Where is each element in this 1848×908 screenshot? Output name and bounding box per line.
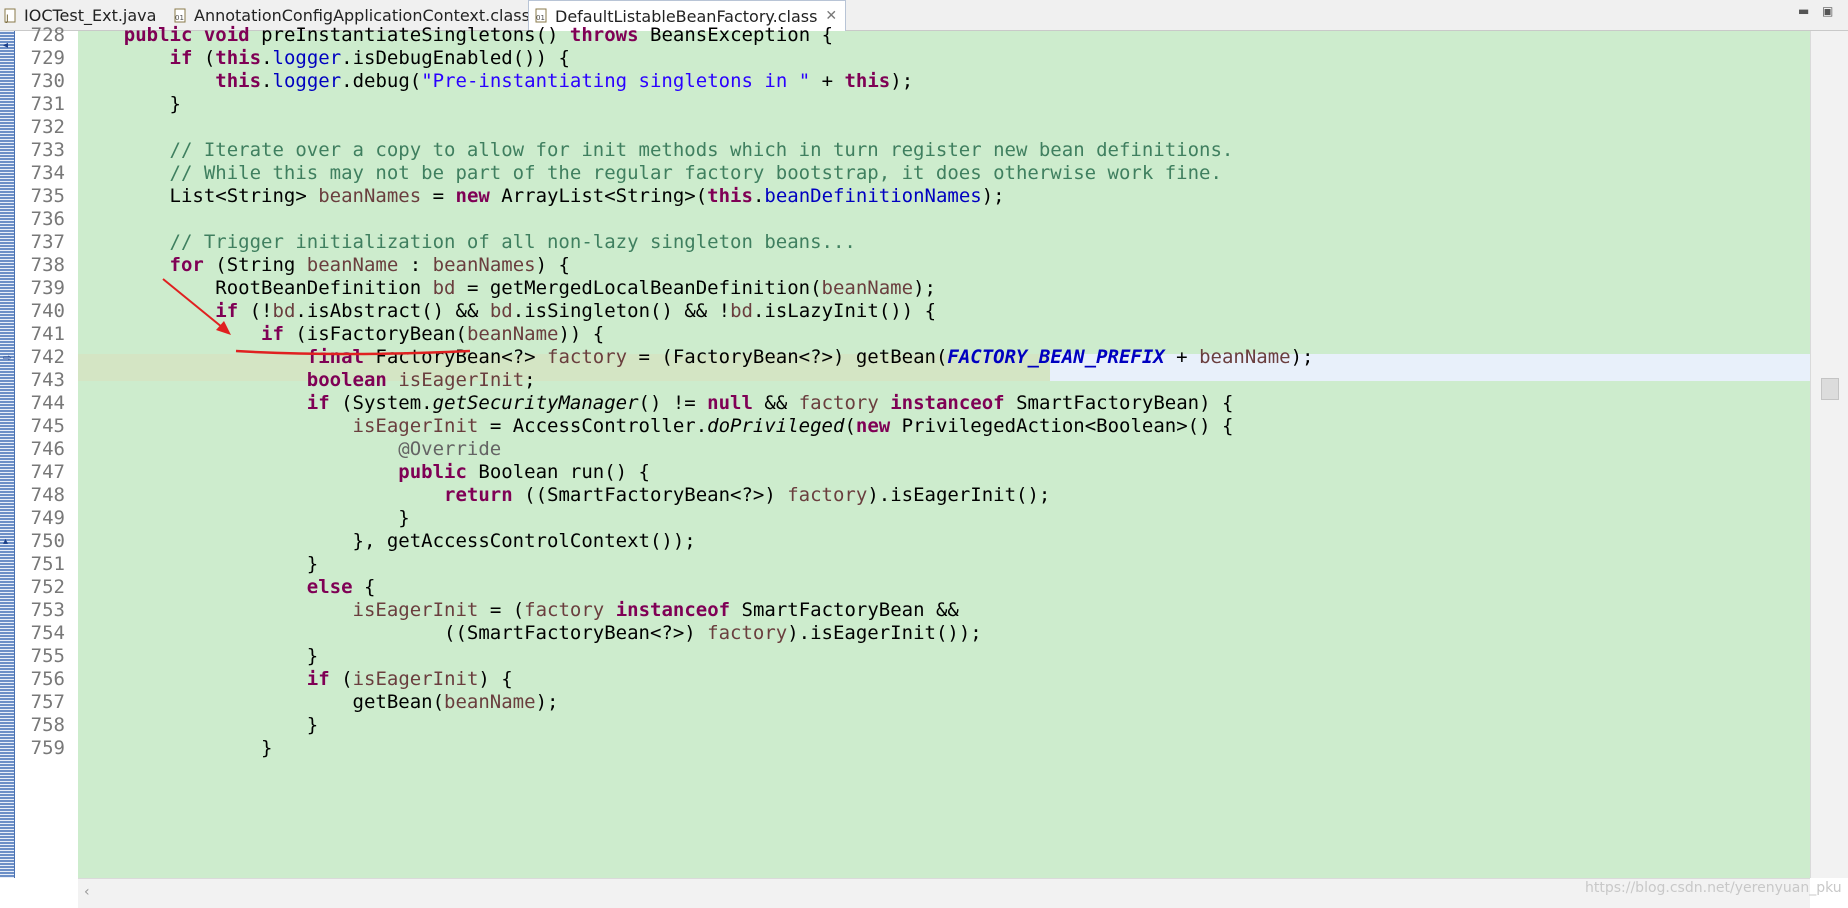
code-token: if: [306, 392, 330, 414]
svg-text:01: 01: [175, 14, 184, 22]
code-token: PrivilegedAction<Boolean>() {: [890, 415, 1234, 437]
override-marker-icon: ▴: [3, 536, 9, 547]
annotation-underline: [235, 349, 471, 356]
code-token: Boolean run() {: [466, 461, 650, 483]
code-token: instanceof: [615, 599, 731, 621]
code-token: doPrivileged: [707, 415, 845, 437]
line-number: 759: [30, 737, 65, 759]
code-token: @Override: [398, 438, 502, 460]
code-token: factory: [787, 484, 868, 506]
vertical-scrollbar[interactable]: [1810, 31, 1848, 878]
code-token: beanName: [444, 691, 536, 713]
code-token: new: [855, 415, 891, 437]
code-token: );: [535, 691, 559, 713]
code-token: (: [329, 668, 353, 690]
code-token: SmartFactoryBean &&: [730, 599, 959, 621]
code-token: &&: [752, 392, 799, 414]
code-token: }, getAccessControlContext());: [78, 530, 696, 552]
code-token: if: [306, 668, 330, 690]
vertical-scroll-thumb[interactable]: [1821, 378, 1839, 400]
code-token: (: [844, 415, 856, 437]
red-annotation: [162, 278, 471, 356]
code-token: instanceof: [890, 392, 1005, 414]
code-token: isEagerInit: [352, 668, 479, 690]
code-token: isEagerInit: [352, 599, 479, 621]
code-token: {: [352, 576, 376, 598]
code-token: () !=: [638, 392, 708, 414]
code-token: SmartFactoryBean) {: [1004, 392, 1234, 414]
code-token: getBean(: [78, 691, 445, 713]
code-token: = (: [478, 599, 525, 621]
code-token: getSecurityManager: [432, 392, 639, 414]
code-token: ((SmartFactoryBean<?>): [512, 484, 788, 506]
annotation-arrow: [162, 278, 229, 333]
code-token: ) {: [478, 668, 513, 690]
code-token: else: [306, 576, 353, 598]
maximize-icon[interactable]: ▣: [1822, 4, 1833, 18]
code-token: = AccessController.: [478, 415, 708, 437]
watermark: https://blog.csdn.net/yerenyuan_pku: [1585, 880, 1842, 896]
code-token: }: [78, 507, 410, 529]
code-token: public: [398, 461, 467, 483]
code-token: ).isEagerInit());: [787, 622, 982, 644]
code-token: );: [1290, 346, 1314, 368]
code-token: null: [707, 392, 753, 414]
code-token: factory: [707, 622, 788, 644]
scroll-left-icon[interactable]: ‹: [84, 884, 90, 900]
code-token: ((SmartFactoryBean<?>): [78, 622, 708, 644]
code-token: factory: [524, 599, 605, 621]
horizontal-scrollbar[interactable]: ‹: [78, 878, 1810, 908]
code-token: return: [444, 484, 513, 506]
code-editor[interactable]: ◂ ⇨ ▴ 728 public void preInstantiateSing…: [0, 24, 1848, 908]
minimize-icon[interactable]: ▬: [1798, 4, 1809, 18]
code-token: beanName: [1199, 346, 1291, 368]
code-token: }: [78, 714, 319, 736]
code-token: +: [1164, 346, 1200, 368]
code-token: ).isEagerInit();: [867, 484, 1051, 506]
svg-text:01: 01: [536, 14, 545, 22]
code-token: }: [78, 737, 273, 759]
code-token: }: [78, 553, 319, 575]
code-token: }: [78, 645, 319, 667]
code-token: (System.: [329, 392, 433, 414]
code-token: factory: [798, 392, 879, 414]
code-line: }: [78, 735, 272, 762]
code-token: isEagerInit: [352, 415, 479, 437]
svg-text:J: J: [5, 14, 9, 24]
